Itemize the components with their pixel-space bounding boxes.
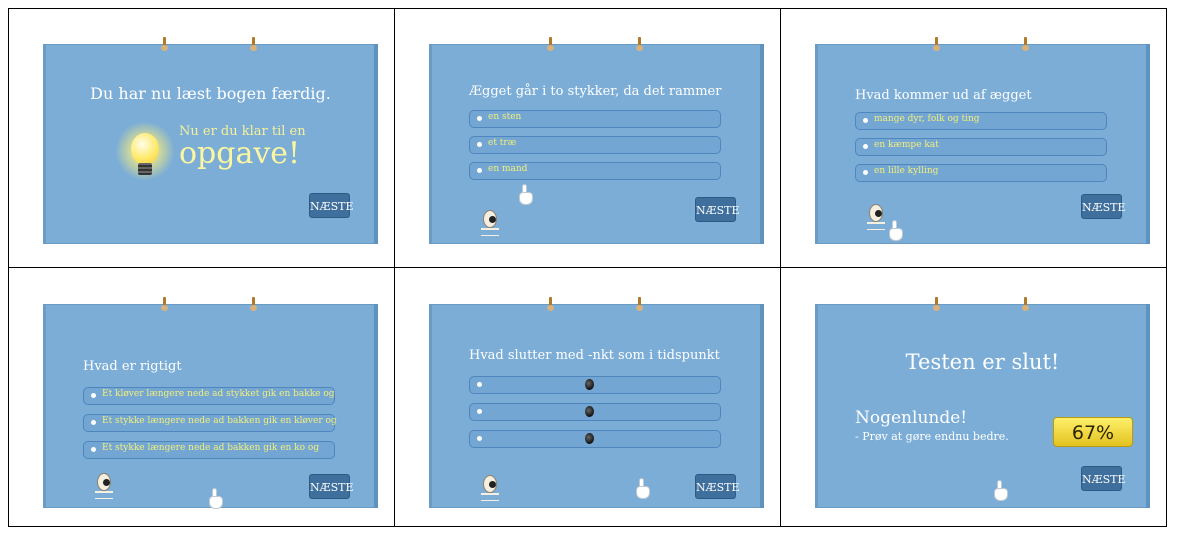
- book-page-question: Hvad er rigtigt Et kløver længere nede a…: [43, 297, 378, 510]
- cell-question-1: Ægget går i to stykker, da det rammer en…: [394, 8, 781, 268]
- binder-ring-icon: [250, 297, 257, 311]
- robot-helper-icon[interactable]: [95, 473, 113, 499]
- answer-option[interactable]: en mand: [469, 162, 721, 180]
- radio-dot-icon: [863, 144, 868, 149]
- sound-answer-option[interactable]: [469, 430, 721, 448]
- book-page-result: Testen er slut! Nogenlunde! - Prøv at gø…: [815, 297, 1150, 508]
- radio-dot-icon: [477, 142, 482, 147]
- result-title: Testen er slut!: [905, 350, 1060, 374]
- score-badge: 67%: [1053, 417, 1133, 447]
- answer-option[interactable]: et træ: [469, 136, 721, 154]
- binder-ring-icon: [933, 297, 940, 311]
- answer-option[interactable]: mange dyr, folk og ting: [855, 112, 1107, 130]
- next-button[interactable]: NÆSTE: [695, 474, 740, 499]
- answer-label: en lille kylling: [874, 166, 939, 176]
- speaker-icon[interactable]: [585, 379, 594, 390]
- radio-dot-icon: [477, 116, 482, 121]
- question-title: Hvad slutter med -nkt som i tidspunkt: [469, 348, 720, 363]
- speaker-icon[interactable]: [585, 406, 594, 417]
- binder-ring-icon: [1022, 297, 1029, 311]
- book-page-question: Hvad slutter med -nkt som i tidspunkt NÆ…: [429, 297, 764, 508]
- radio-dot-icon: [477, 168, 482, 173]
- sound-answer-option[interactable]: [469, 403, 721, 421]
- next-button[interactable]: NÆSTE: [695, 197, 740, 222]
- answer-label: et træ: [488, 138, 517, 148]
- binder-ring-icon: [161, 37, 168, 51]
- cell-question-2: Hvad kommer ud af ægget mange dyr, folk …: [780, 8, 1167, 268]
- lightbulb-icon: [115, 121, 175, 183]
- speaker-icon[interactable]: [585, 433, 594, 444]
- answer-option[interactable]: Et kløver længere nede ad stykket gik en…: [83, 387, 335, 405]
- cell-question-3: Hvad er rigtigt Et kløver længere nede a…: [8, 267, 395, 527]
- question-title: Hvad er rigtigt: [83, 359, 182, 374]
- binder-ring-icon: [250, 37, 257, 51]
- sound-answer-option[interactable]: [469, 376, 721, 394]
- binder-ring-icon: [547, 37, 554, 51]
- radio-dot-icon: [477, 409, 482, 414]
- answer-label: mange dyr, folk og ting: [874, 114, 980, 124]
- answer-option[interactable]: Et stykke længere nede ad bakken gik en …: [83, 441, 335, 459]
- binder-ring-icon: [547, 297, 554, 311]
- radio-dot-icon: [91, 447, 96, 452]
- intro-title: Du har nu læst bogen færdig.: [90, 84, 331, 103]
- binder-ring-icon: [933, 37, 940, 51]
- answer-label: Et stykke længere nede ad bakken gik en …: [102, 443, 320, 453]
- next-button[interactable]: NÆSTE: [309, 474, 354, 499]
- answer-option[interactable]: en lille kylling: [855, 164, 1107, 182]
- answer-option[interactable]: Et stykke længere nede ad bakken gik en …: [83, 414, 337, 432]
- radio-dot-icon: [91, 393, 96, 398]
- book-page-question: Ægget går i to stykker, da det rammer en…: [429, 37, 764, 244]
- next-button[interactable]: NÆSTE: [1081, 194, 1126, 219]
- question-title: Ægget går i to stykker, da det rammer: [469, 84, 722, 99]
- binder-ring-icon: [161, 297, 168, 311]
- radio-dot-icon: [863, 118, 868, 123]
- pointer-hand-icon: [634, 478, 652, 500]
- radio-dot-icon: [863, 170, 868, 175]
- radio-dot-icon: [477, 382, 482, 387]
- pointer-hand-icon: [207, 488, 225, 510]
- robot-helper-icon[interactable]: [481, 475, 499, 501]
- next-button[interactable]: NÆSTE: [309, 193, 354, 218]
- cell-question-4: Hvad slutter med -nkt som i tidspunkt NÆ…: [394, 267, 781, 527]
- robot-helper-icon[interactable]: [867, 204, 885, 230]
- binder-ring-icon: [636, 297, 643, 311]
- answer-label: Et stykke længere nede ad bakken gik en …: [102, 416, 337, 426]
- answer-label: en mand: [488, 164, 528, 174]
- binder-ring-icon: [1022, 37, 1029, 51]
- result-text: - Prøv at gøre endnu bedre.: [855, 430, 1009, 443]
- pointer-hand-icon: [992, 480, 1010, 502]
- pointer-hand-icon: [887, 220, 905, 242]
- answer-option[interactable]: en kæmpe kat: [855, 138, 1107, 156]
- cell-intro: Du har nu læst bogen færdig. Nu er du kl…: [8, 8, 395, 268]
- book-page-intro: Du har nu læst bogen færdig. Nu er du kl…: [43, 37, 378, 244]
- answer-label: en sten: [488, 112, 522, 122]
- radio-dot-icon: [91, 420, 96, 425]
- cell-result: Testen er slut! Nogenlunde! - Prøv at gø…: [780, 267, 1167, 527]
- binder-ring-icon: [636, 37, 643, 51]
- answer-label: en kæmpe kat: [874, 140, 939, 150]
- result-heading: Nogenlunde!: [855, 408, 968, 428]
- book-page-question: Hvad kommer ud af ægget mange dyr, folk …: [815, 37, 1150, 244]
- answer-label: Et kløver længere nede ad stykket gik en…: [102, 389, 335, 399]
- intro-big-word: opgave!: [179, 136, 301, 171]
- pointer-hand-icon: [517, 184, 535, 206]
- answer-option[interactable]: en sten: [469, 110, 721, 128]
- robot-helper-icon[interactable]: [481, 210, 499, 236]
- screenshot-grid: Du har nu læst bogen færdig. Nu er du kl…: [8, 8, 1167, 527]
- radio-dot-icon: [477, 436, 482, 441]
- next-button[interactable]: NÆSTE: [1081, 466, 1126, 491]
- question-title: Hvad kommer ud af ægget: [855, 88, 1032, 103]
